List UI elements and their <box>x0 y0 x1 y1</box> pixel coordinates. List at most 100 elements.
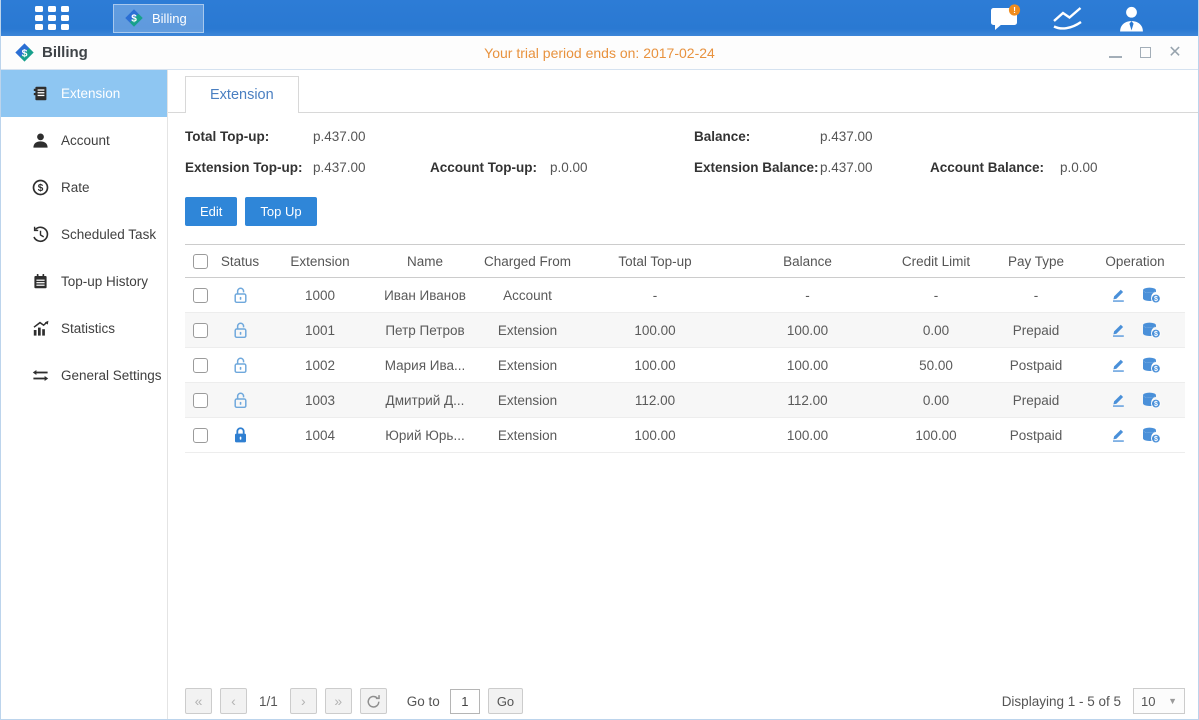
cell-total_topup: 100.00 <box>580 418 730 453</box>
cell-credit_limit: 100.00 <box>885 418 987 453</box>
edit-icon[interactable] <box>1110 357 1126 373</box>
extension-topup-value: p.437.00 <box>313 160 366 175</box>
row-checkbox[interactable] <box>193 393 208 408</box>
sidebar-item-general-settings[interactable]: General Settings <box>1 352 167 399</box>
maximize-button[interactable] <box>1138 46 1152 60</box>
sidebar-item-label: Top-up History <box>61 274 148 289</box>
edit-button[interactable]: Edit <box>185 197 237 226</box>
cell-charged_from: Account <box>475 278 580 313</box>
trial-notice: Your trial period ends on: 2017-02-24 <box>1 45 1198 61</box>
sidebar-item-label: Extension <box>61 86 120 101</box>
extension-table: StatusExtensionNameCharged FromTotal Top… <box>185 244 1185 453</box>
topup-icon[interactable]: $ <box>1142 392 1161 409</box>
top-app-bar: $ Billing ! <box>1 0 1198 36</box>
refresh-button[interactable] <box>360 688 387 714</box>
cell-balance: - <box>730 278 885 313</box>
topup-button[interactable]: Top Up <box>245 197 316 226</box>
page-size-select[interactable]: 10 ▼ <box>1133 688 1185 714</box>
close-button[interactable]: ✕ <box>1168 46 1182 60</box>
cell-charged_from: Extension <box>475 383 580 418</box>
svg-text:$: $ <box>1153 401 1157 408</box>
total-topup-value: p.437.00 <box>313 129 366 144</box>
status-unlocked-icon <box>232 286 249 304</box>
prev-page-button[interactable]: ‹ <box>220 688 247 714</box>
edit-icon[interactable] <box>1110 287 1126 303</box>
cell-pay_type: Postpaid <box>987 418 1085 453</box>
sidebar-item-label: Rate <box>61 180 90 195</box>
billing-diamond-icon: $ <box>14 42 35 63</box>
column-header-pay-type: Pay Type <box>987 245 1085 278</box>
column-header-extension: Extension <box>265 245 375 278</box>
table-row: 1004Юрий Юрь...Extension100.00100.00100.… <box>185 418 1185 453</box>
row-checkbox[interactable] <box>193 323 208 338</box>
tab-extension[interactable]: Extension <box>185 76 299 113</box>
minimize-button[interactable] <box>1108 46 1122 60</box>
column-header-charged-from: Charged From <box>475 245 580 278</box>
window-title-bar: Your trial period ends on: 2017-02-24 $ … <box>1 36 1198 70</box>
account-balance-label: Account Balance: <box>930 160 1044 175</box>
go-button[interactable]: Go <box>488 688 523 714</box>
cell-credit_limit: - <box>885 278 987 313</box>
status-unlocked-icon <box>232 391 249 409</box>
table-header-row: StatusExtensionNameCharged FromTotal Top… <box>185 245 1185 278</box>
edit-icon[interactable] <box>1110 427 1126 443</box>
cell-pay_type: Postpaid <box>987 348 1085 383</box>
cell-name: Юрий Юрь... <box>375 418 475 453</box>
sidebar-item-label: Account <box>61 133 110 148</box>
topup-icon[interactable]: $ <box>1142 427 1161 444</box>
balance-label: Balance: <box>694 129 750 144</box>
extension-icon <box>31 85 49 102</box>
last-page-button[interactable]: » <box>325 688 352 714</box>
row-checkbox[interactable] <box>193 288 208 303</box>
chat-icon[interactable]: ! <box>990 4 1021 32</box>
cell-total_topup: 112.00 <box>580 383 730 418</box>
topup-icon[interactable]: $ <box>1142 322 1161 339</box>
row-checkbox[interactable] <box>193 428 208 443</box>
page-indicator: 1/1 <box>259 694 278 709</box>
edit-icon[interactable] <box>1110 322 1126 338</box>
chart-icon[interactable] <box>1051 6 1087 31</box>
cell-name: Мария Ива... <box>375 348 475 383</box>
svg-text:$: $ <box>1153 366 1157 373</box>
sidebar-item-label: Scheduled Task <box>61 227 156 242</box>
sidebar-item-extension[interactable]: Extension <box>1 70 167 117</box>
cell-name: Дмитрий Д... <box>375 383 475 418</box>
row-checkbox[interactable] <box>193 358 208 373</box>
edit-icon[interactable] <box>1110 392 1126 408</box>
table-row: 1000Иван ИвановAccount----$ <box>185 278 1185 313</box>
sidebar-item-top-up-history[interactable]: Top-up History <box>1 258 167 305</box>
svg-text:$: $ <box>1153 296 1157 303</box>
user-icon[interactable] <box>1117 4 1146 33</box>
svg-text:$: $ <box>22 47 28 59</box>
app-grid-icon[interactable] <box>35 6 71 30</box>
cell-total_topup: 100.00 <box>580 313 730 348</box>
goto-page-input[interactable] <box>450 689 480 714</box>
cell-extension: 1004 <box>265 418 375 453</box>
extension-topup-label: Extension Top-up: <box>185 160 303 175</box>
first-page-button[interactable]: « <box>185 688 212 714</box>
sidebar-item-rate[interactable]: $ Rate <box>1 164 167 211</box>
account-icon <box>31 132 49 149</box>
column-header-total-top-up: Total Top-up <box>580 245 730 278</box>
table-row: 1001Петр ПетровExtension100.00100.000.00… <box>185 313 1185 348</box>
svg-text:$: $ <box>37 183 43 194</box>
sidebar-item-statistics[interactable]: Statistics <box>1 305 167 352</box>
status-locked-icon <box>232 426 249 444</box>
select-all-checkbox[interactable] <box>193 254 208 269</box>
window-title: Billing <box>42 44 88 61</box>
topup-icon[interactable]: $ <box>1142 287 1161 304</box>
chevron-down-icon: ▼ <box>1168 696 1177 706</box>
goto-label: Go to <box>407 694 440 709</box>
cell-pay_type: Prepaid <box>987 313 1085 348</box>
cell-charged_from: Extension <box>475 348 580 383</box>
sidebar-item-account[interactable]: Account <box>1 117 167 164</box>
topup-icon[interactable]: $ <box>1142 357 1161 374</box>
general-settings-icon <box>31 367 49 384</box>
next-page-button[interactable]: › <box>290 688 317 714</box>
billing-task-tab[interactable]: $ Billing <box>113 4 204 33</box>
svg-text:$: $ <box>131 14 137 25</box>
cell-charged_from: Extension <box>475 418 580 453</box>
cell-balance: 100.00 <box>730 418 885 453</box>
sidebar-item-scheduled-task[interactable]: Scheduled Task <box>1 211 167 258</box>
balance-summary: Total Top-up: p.437.00 Balance: p.437.00… <box>185 127 1185 189</box>
